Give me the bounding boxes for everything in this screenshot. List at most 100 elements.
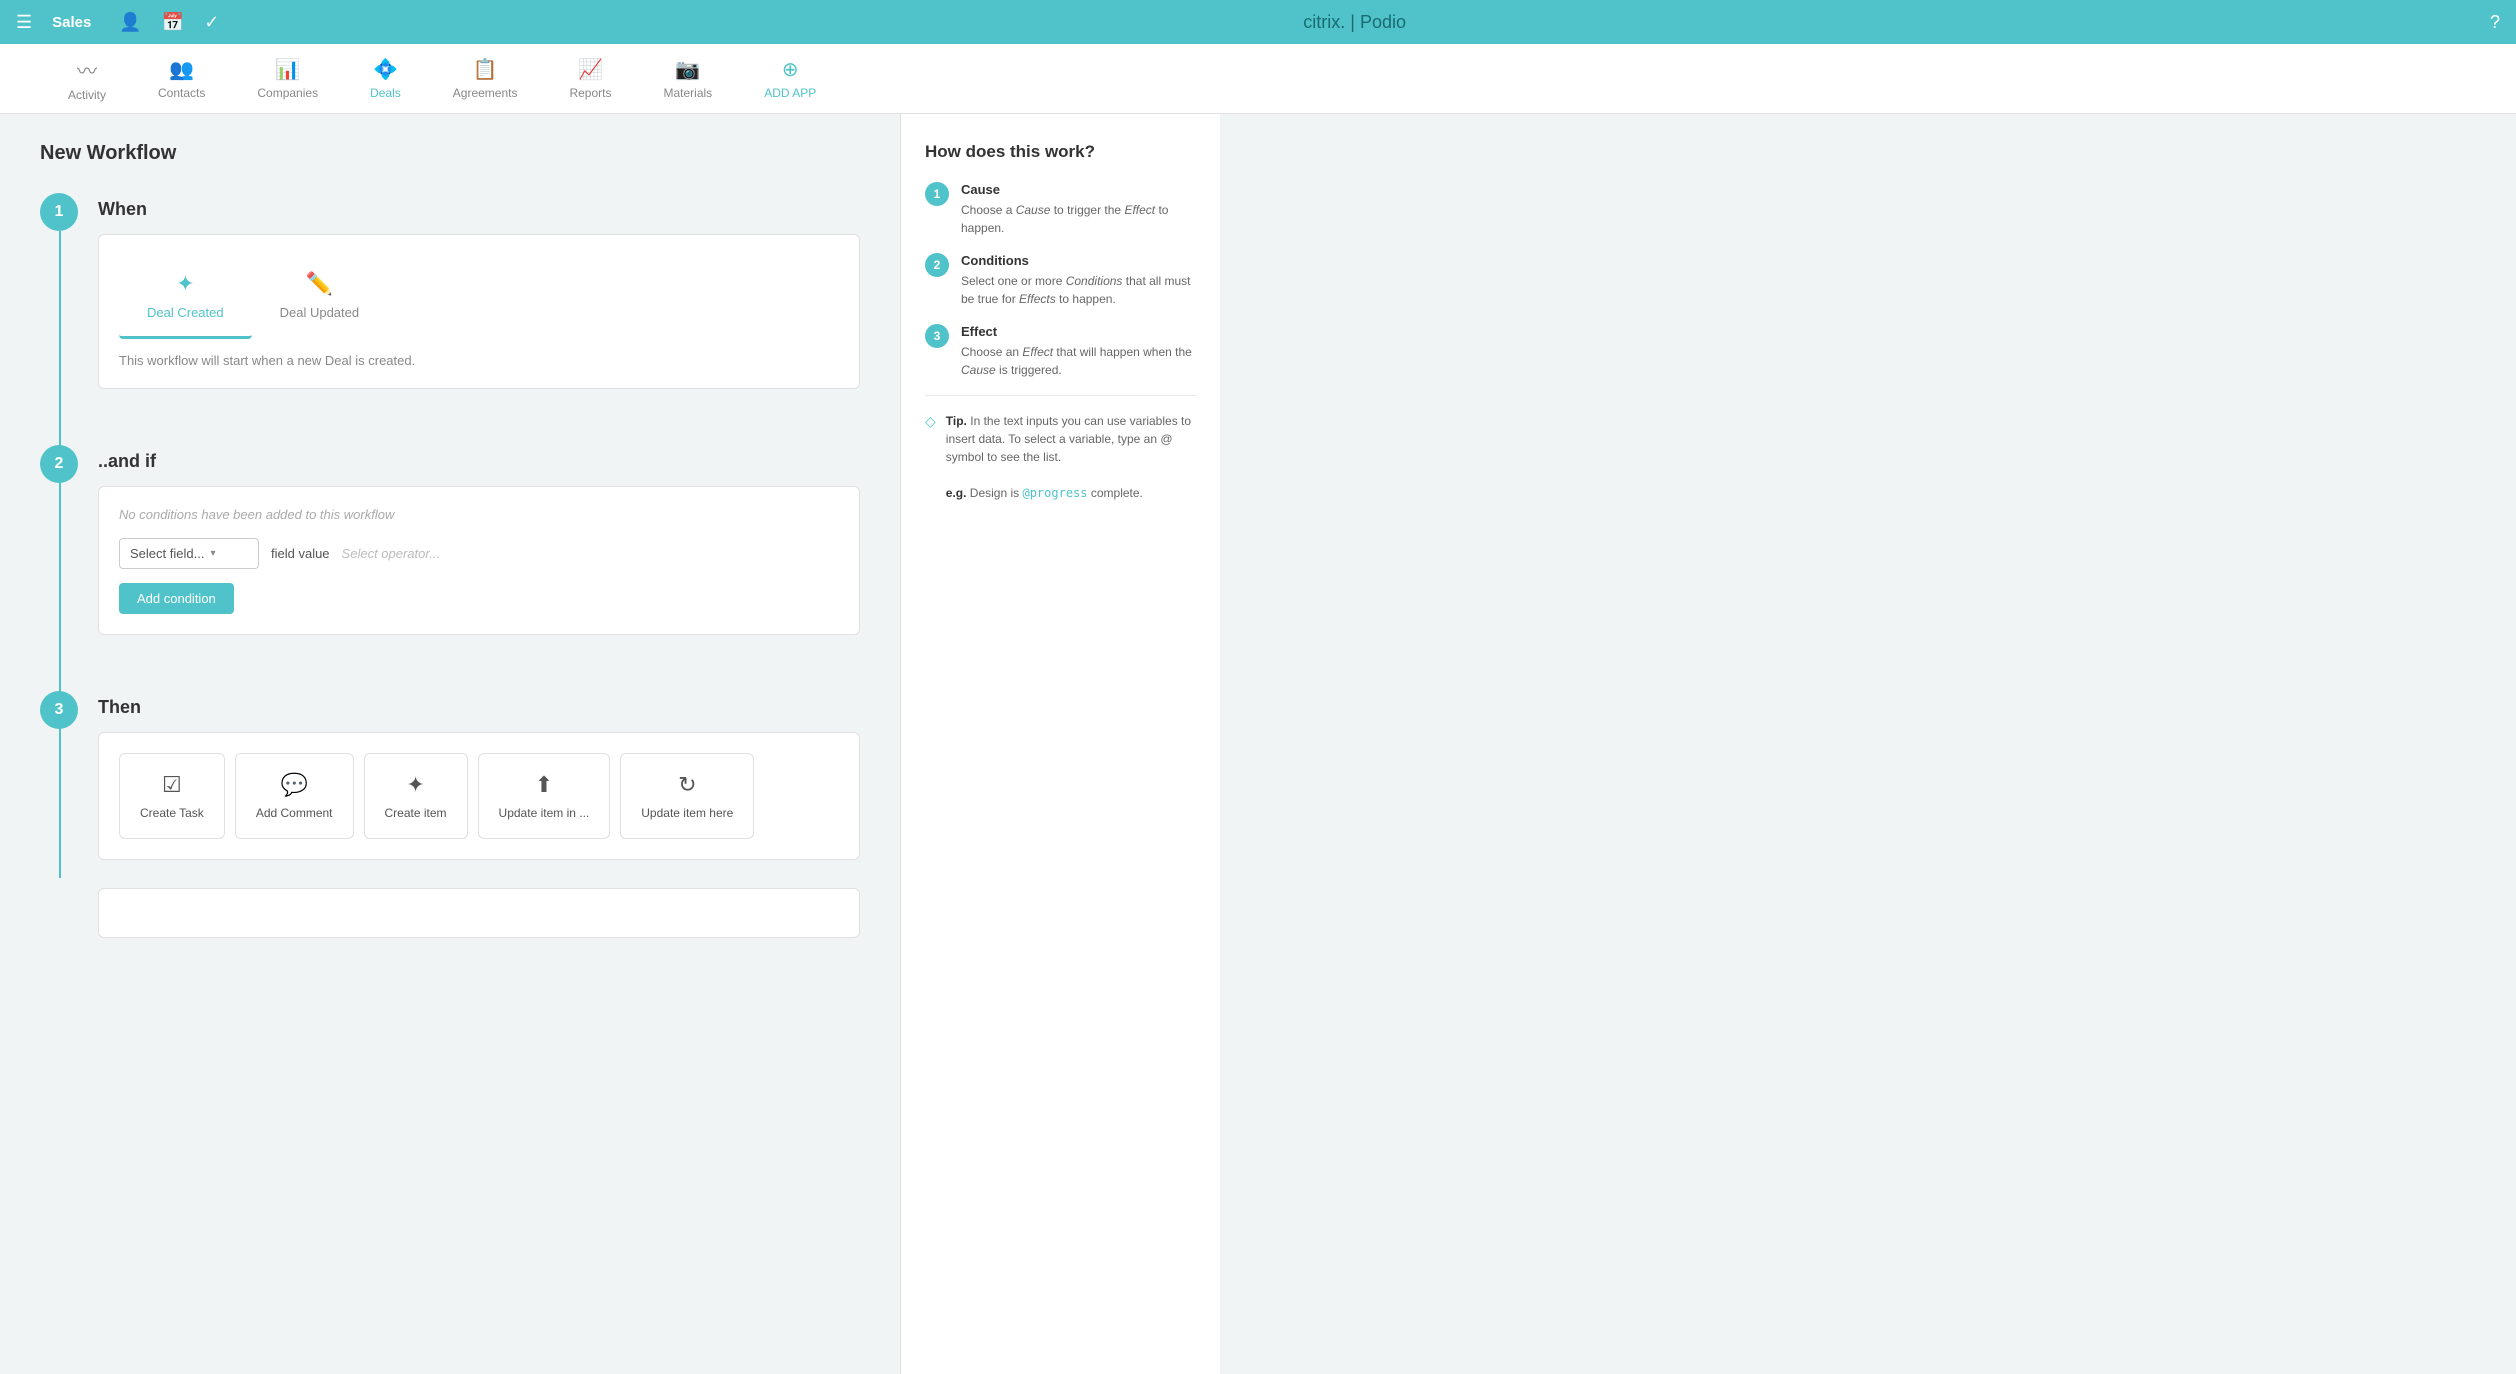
how-step-conditions-title: Conditions <box>961 253 1196 268</box>
app-logo: citrix. | Podio <box>239 12 2470 33</box>
materials-icon: 📷 <box>675 57 700 82</box>
nav-item-contacts[interactable]: 👥 Contacts <box>150 53 213 104</box>
deal-created-icon: ✦ <box>176 271 194 297</box>
add-app-icon: ⊕ <box>782 57 799 82</box>
nav-label-materials: Materials <box>664 86 713 100</box>
create-task-icon: ☑ <box>162 772 182 798</box>
nav-item-reports[interactable]: 📈 Reports <box>561 53 619 104</box>
contacts-icon: 👥 <box>169 57 194 82</box>
how-step-cause: 1 Cause Choose a Cause to trigger the Ef… <box>925 182 1196 237</box>
nav-item-activity[interactable]: 〰 Activity <box>60 51 114 106</box>
top-bar: ☰ Sales 👤 📅 ✓ citrix. | Podio ? <box>0 0 2516 44</box>
step-number-3: 3 <box>40 691 78 729</box>
nav-label-contacts: Contacts <box>158 86 205 100</box>
how-step-cause-title: Cause <box>961 182 1196 197</box>
condition-row: Select field... ▾ field value Select ope… <box>119 538 839 569</box>
trigger-deal-created[interactable]: ✦ Deal Created <box>119 255 252 339</box>
step-number-2: 2 <box>40 445 78 483</box>
sidebar-title: How does this work? <box>925 142 1196 162</box>
people-icon[interactable]: 👤 <box>119 12 141 33</box>
effect-update-item-in[interactable]: ⬆ Update item in ... <box>478 753 611 839</box>
help-icon[interactable]: ? <box>2490 12 2500 33</box>
operator-placeholder: Select operator... <box>342 546 441 561</box>
trigger-deal-created-label: Deal Created <box>147 305 224 320</box>
nav-label-agreements: Agreements <box>453 86 518 100</box>
main-layout: New Workflow 1 When ✦ Deal Created <box>0 114 2516 1374</box>
bottom-placeholder-card <box>98 888 860 938</box>
effect-create-item-label: Create item <box>385 806 447 820</box>
nav-label-deals: Deals <box>370 86 401 100</box>
sidebar: How does this work? 1 Cause Choose a Cau… <box>900 114 1220 1374</box>
effect-options: ☑ Create Task 💬 Add Comment ✦ Create ite… <box>119 753 839 839</box>
how-step-effect-title: Effect <box>961 324 1196 339</box>
how-step-number-2: 2 <box>925 253 949 277</box>
effect-update-item-here[interactable]: ↻ Update item here <box>620 753 754 839</box>
field-value-label: field value <box>271 546 330 561</box>
how-step-effect: 3 Effect Choose an Effect that will happ… <box>925 324 1196 379</box>
step3-label: Then <box>98 697 860 718</box>
step-conditions-section: 2 ..and if No conditions have been added… <box>40 445 860 663</box>
nav-item-deals[interactable]: 💠 Deals <box>362 53 409 104</box>
trigger-options: ✦ Deal Created ✏️ Deal Updated <box>119 255 839 339</box>
effect-add-comment[interactable]: 💬 Add Comment <box>235 753 354 839</box>
nav-item-companies[interactable]: 📊 Companies <box>249 53 326 104</box>
step-then-section: 3 Then ☑ Create Task 💬 Add Comment <box>40 691 860 938</box>
effect-create-task[interactable]: ☑ Create Task <box>119 753 225 839</box>
nav-label-add-app: ADD APP <box>764 86 816 100</box>
select-field-dropdown[interactable]: Select field... ▾ <box>119 538 259 569</box>
nav-item-add-app[interactable]: ⊕ ADD APP <box>756 53 824 104</box>
effect-update-item-here-label: Update item here <box>641 806 733 820</box>
tip-diamond-icon: ◇ <box>925 413 936 430</box>
step3-content: Then ☑ Create Task 💬 Add Comment <box>98 691 860 938</box>
nav-item-materials[interactable]: 📷 Materials <box>656 53 721 104</box>
step1-content: When ✦ Deal Created ✏️ Deal Updated <box>98 193 860 417</box>
logo-text: citrix. | Podio <box>1303 12 1406 32</box>
tip-row: ◇ Tip. In the text inputs you can use va… <box>925 412 1196 502</box>
how-step-conditions-desc: Select one or more Conditions that all m… <box>961 272 1196 308</box>
effect-create-item[interactable]: ✦ Create item <box>364 753 468 839</box>
workspace-title: Sales <box>52 14 91 31</box>
step1-label: When <box>98 199 860 220</box>
effect-create-task-label: Create Task <box>140 806 204 820</box>
conditions-empty-message: No conditions have been added to this wo… <box>119 507 839 522</box>
calendar-icon[interactable]: 📅 <box>162 12 184 33</box>
companies-icon: 📊 <box>275 57 300 82</box>
trigger-description: This workflow will start when a new Deal… <box>119 353 839 368</box>
how-step-cause-desc: Choose a Cause to trigger the Effect to … <box>961 201 1196 237</box>
how-step-effect-content: Effect Choose an Effect that will happen… <box>961 324 1196 379</box>
update-item-here-icon: ↻ <box>678 772 696 798</box>
select-field-placeholder: Select field... <box>130 546 204 561</box>
how-step-number-3: 3 <box>925 324 949 348</box>
nav-label-activity: Activity <box>68 88 106 102</box>
step-when-section: 1 When ✦ Deal Created ✏️ Deal Updated <box>40 193 860 417</box>
tasks-icon[interactable]: ✓ <box>204 12 219 33</box>
how-step-cause-content: Cause Choose a Cause to trigger the Effe… <box>961 182 1196 237</box>
add-comment-icon: 💬 <box>280 772 307 798</box>
step1-card: ✦ Deal Created ✏️ Deal Updated This work… <box>98 234 860 389</box>
step2-content: ..and if No conditions have been added t… <box>98 445 860 663</box>
nav-label-companies: Companies <box>257 86 318 100</box>
nav-label-reports: Reports <box>569 86 611 100</box>
top-bar-icons: 👤 📅 ✓ <box>119 12 219 33</box>
content-area: New Workflow 1 When ✦ Deal Created <box>0 114 900 1374</box>
how-step-number-1: 1 <box>925 182 949 206</box>
deal-updated-icon: ✏️ <box>306 271 333 297</box>
menu-icon[interactable]: ☰ <box>16 12 32 33</box>
add-condition-button[interactable]: Add condition <box>119 583 234 614</box>
how-step-conditions: 2 Conditions Select one or more Conditio… <box>925 253 1196 308</box>
trigger-deal-updated-label: Deal Updated <box>280 305 360 320</box>
nav-bar: 〰 Activity 👥 Contacts 📊 Companies 💠 Deal… <box>0 44 2516 114</box>
tip-label: Tip. <box>946 414 967 428</box>
chevron-down-icon: ▾ <box>210 548 215 559</box>
nav-item-agreements[interactable]: 📋 Agreements <box>445 53 526 104</box>
create-item-icon: ✦ <box>406 772 424 798</box>
tip-code: @progress <box>1022 486 1087 500</box>
tip-text: Tip. In the text inputs you can use vari… <box>946 412 1196 502</box>
effect-add-comment-label: Add Comment <box>256 806 333 820</box>
eg-label: e.g. <box>946 486 967 500</box>
sidebar-divider <box>925 395 1196 396</box>
page-title: New Workflow <box>40 142 860 165</box>
deals-icon: 💠 <box>373 57 398 82</box>
trigger-deal-updated[interactable]: ✏️ Deal Updated <box>252 255 388 339</box>
step2-card: No conditions have been added to this wo… <box>98 486 860 635</box>
